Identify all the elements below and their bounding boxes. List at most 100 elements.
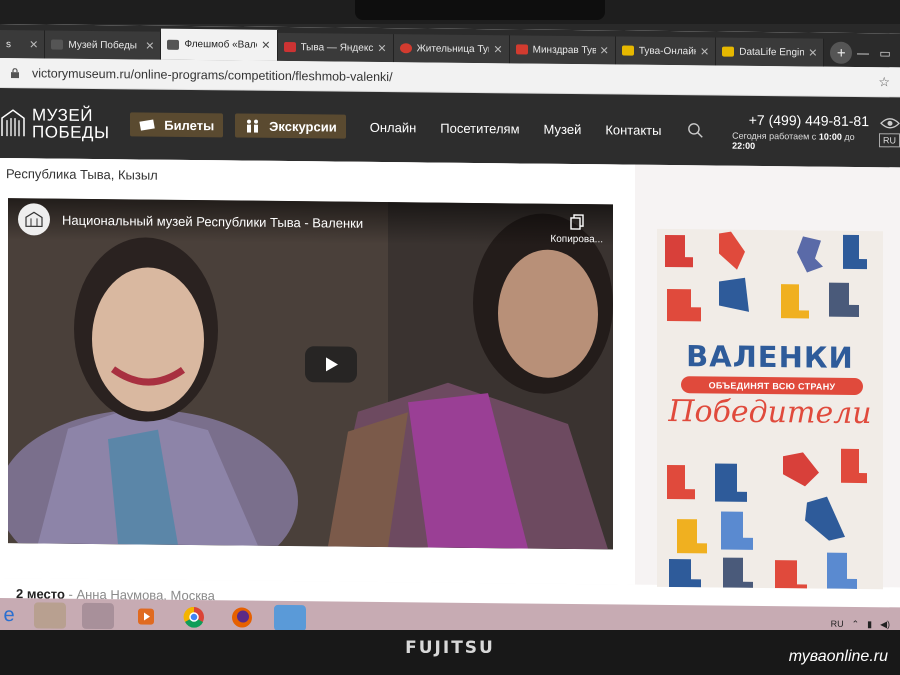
valenki-poster[interactable]: ВАЛЕНКИ ОБЪЕДИНЯТ ВСЮ СТРАНУ Победители <box>657 228 883 590</box>
contact-block: +7 (499) 449-81-81 Сегодня работаем с 10… <box>732 111 869 151</box>
tab-label: DataLife Engine <box>739 46 805 58</box>
poster-title: ВАЛЕНКИ <box>686 339 854 375</box>
new-tab-button[interactable]: + <box>830 41 853 64</box>
nav-link-museum[interactable]: Музей <box>544 121 582 136</box>
nav-link-online[interactable]: Онлайн <box>370 119 417 134</box>
hours-to: 22:00 <box>732 140 756 151</box>
main-column: Республика Тыва, Кызыл Национальный музе… <box>0 158 635 603</box>
page-content: Республика Тыва, Кызыл Национальный музе… <box>0 158 900 603</box>
browser-tab[interactable]: Жительница Тувы ✕ <box>393 34 510 64</box>
close-icon[interactable]: ✕ <box>377 41 386 54</box>
ticket-icon <box>139 119 155 131</box>
copy-icon <box>569 214 584 230</box>
close-icon[interactable]: ✕ <box>700 45 709 58</box>
keyboard-language[interactable]: RU <box>831 619 844 629</box>
search-icon[interactable] <box>687 121 704 139</box>
key-favicon-icon <box>722 46 735 57</box>
tab-label: Тыва — Яндекс <box>300 41 374 54</box>
museum-favicon-icon <box>167 39 180 50</box>
tab-label: Жительница Тувы <box>416 42 490 55</box>
close-icon[interactable]: ✕ <box>493 43 502 56</box>
media-player-glyph <box>138 608 154 625</box>
network-icon[interactable]: ▮ <box>867 619 872 630</box>
lock-icon <box>11 67 19 78</box>
tickets-label: Билеты <box>164 117 215 133</box>
url-text[interactable]: victorymuseum.ru/online-programs/competi… <box>32 66 878 89</box>
firefox-glyph <box>232 607 252 628</box>
key-favicon-icon <box>621 45 634 56</box>
browser-tab[interactable]: Тува-Онлайн ✕ <box>615 36 717 66</box>
tab-label: Минздрав Тувы <box>532 44 596 56</box>
site-header: МУЗЕЙ ПОБЕДЫ Билеты Экскурсии Онлайн Пос… <box>0 88 900 168</box>
system-tray: RU ⌃ ▮ ◀) <box>827 618 900 630</box>
video-title[interactable]: Национальный музей Республики Тыва - Вал… <box>62 212 363 230</box>
chrome-icon[interactable] <box>178 604 210 630</box>
firefox-icon[interactable] <box>226 604 258 630</box>
browser-tab[interactable]: Минздрав Тувы ✕ <box>509 35 616 65</box>
language-switch[interactable]: RU <box>879 133 900 148</box>
tickets-button[interactable]: Билеты <box>130 112 224 138</box>
nav-link-contacts[interactable]: Контакты <box>605 122 661 138</box>
copy-link-button[interactable]: Копирова... <box>550 214 603 246</box>
close-icon[interactable]: ✕ <box>600 44 609 57</box>
site-watermark: туваonline.ru <box>788 648 888 665</box>
yandex-favicon-icon <box>283 41 296 53</box>
chevron-up-icon[interactable]: ⌃ <box>852 618 860 629</box>
region-caption: Республика Тыва, Кызыл <box>6 166 158 183</box>
file-explorer-icon[interactable] <box>34 602 66 629</box>
hours-mid: до <box>841 131 855 142</box>
webcam-housing <box>355 0 605 20</box>
browser-tab[interactable]: s ✕ <box>0 30 46 59</box>
minimize-icon[interactable]: — <box>852 46 874 60</box>
volume-icon[interactable]: ◀) <box>880 619 890 630</box>
channel-avatar[interactable] <box>18 203 50 236</box>
eye-icon[interactable] <box>879 117 900 129</box>
logo-line: ПОБЕДЫ <box>32 122 110 143</box>
laptop-brand-logo: FUJITSU <box>405 638 495 658</box>
ministry-favicon-icon <box>515 44 528 55</box>
store-icon[interactable] <box>82 602 114 630</box>
browser-tab[interactable]: Музей Победы ✕ <box>45 30 162 60</box>
browser-tab[interactable]: DataLife Engine ✕ <box>716 37 825 67</box>
tab-label: Флешмоб «Валенки» <box>184 38 258 51</box>
poster-subtitle: ОБЪЕДИНЯТ ВСЮ СТРАНУ <box>681 376 863 396</box>
museum-favicon-icon <box>51 39 64 50</box>
browser-tab[interactable]: Тыва — Яндекс ✕ <box>277 32 394 63</box>
museum-building-icon <box>25 211 43 228</box>
accessibility-block: RU <box>879 117 900 148</box>
close-icon[interactable]: ✕ <box>145 39 154 52</box>
photo: s ✕ Музей Победы ✕ Флешмоб «Валенки» ✕ Т… <box>0 0 900 675</box>
excursions-label: Экскурсии <box>269 118 337 135</box>
museum-logo-icon <box>1 109 25 137</box>
maximize-icon[interactable]: ▭ <box>874 46 896 60</box>
window-controls: — ▭ <box>852 39 900 68</box>
nav-link-visitors[interactable]: Посетителям <box>440 120 519 136</box>
bookmark-star-icon[interactable]: ☆ <box>878 74 890 90</box>
opening-hours: Сегодня работаем с 10:00 до 22:00 <box>732 130 869 151</box>
phone-number[interactable]: +7 (499) 449-81-81 <box>749 111 869 128</box>
people-icon <box>247 119 259 133</box>
close-icon[interactable]: ✕ <box>808 46 817 59</box>
copy-label: Копирова... <box>550 233 603 246</box>
screen: s ✕ Музей Победы ✕ Флешмоб «Валенки» ✕ Т… <box>0 24 900 640</box>
poster-winners: Победители <box>668 393 872 432</box>
logo-wordmark: МУЗЕЙ ПОБЕДЫ <box>32 105 110 143</box>
messenger-icon[interactable] <box>274 604 306 632</box>
tab-label: Музей Победы <box>68 39 137 51</box>
hours-from: 10:00 <box>818 131 842 142</box>
play-icon <box>326 357 338 372</box>
video-title-bar: Национальный музей Республики Тыва - Вал… <box>8 198 613 247</box>
close-icon[interactable]: ✕ <box>29 38 38 51</box>
close-icon[interactable]: ✕ <box>261 39 270 52</box>
media-player-icon[interactable] <box>130 603 162 629</box>
video-player[interactable]: Национальный музей Республики Тыва - Вал… <box>8 198 613 550</box>
news-favicon-icon <box>399 43 412 54</box>
browser-tab-active[interactable]: Флешмоб «Валенки» ✕ <box>161 28 278 61</box>
tab-label: s <box>6 38 11 50</box>
museum-logo[interactable]: МУЗЕЙ ПОБЕДЫ <box>0 98 120 149</box>
tab-label: Тува-Онлайн <box>638 45 697 57</box>
excursions-button[interactable]: Экскурсии <box>235 113 346 139</box>
edge-icon[interactable]: e <box>0 602 18 628</box>
chrome-glyph <box>183 607 204 628</box>
play-button[interactable] <box>305 346 357 383</box>
